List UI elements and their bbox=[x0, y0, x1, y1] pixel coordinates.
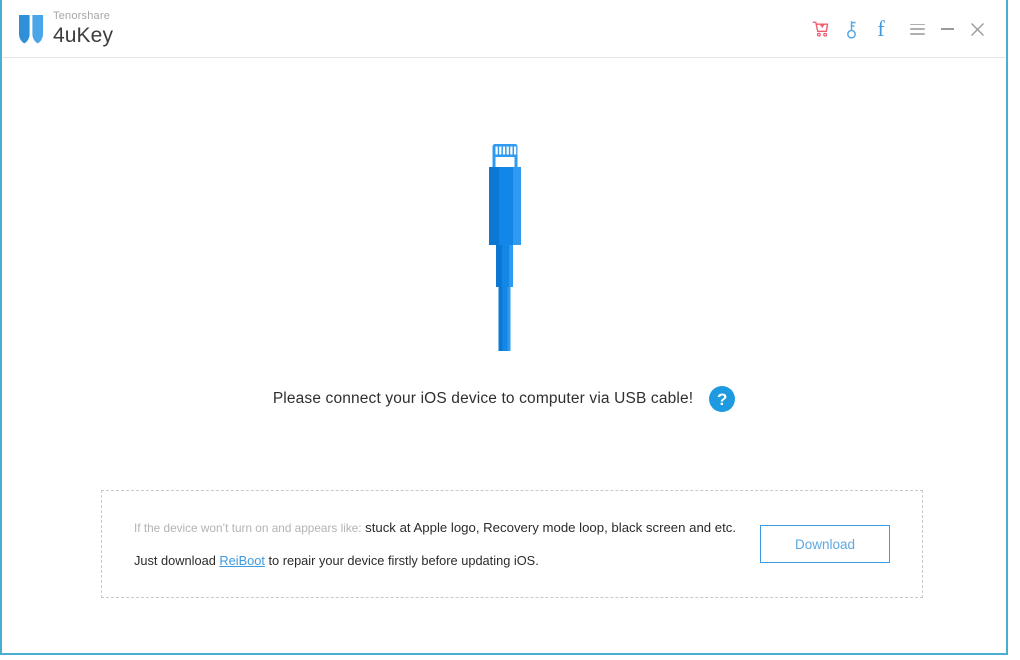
reiboot-link[interactable]: ReiBoot bbox=[219, 553, 265, 568]
title-bar: Tenorshare 4uKey f bbox=[2, 0, 1006, 58]
main-content: Please connect your iOS device to comput… bbox=[2, 58, 1006, 653]
connect-message: Please connect your iOS device to comput… bbox=[272, 390, 694, 407]
lightning-cable-icon bbox=[489, 144, 521, 351]
minimize-icon[interactable] bbox=[932, 12, 962, 46]
close-icon[interactable] bbox=[962, 12, 992, 46]
connect-message-row: Please connect your iOS device to comput… bbox=[2, 386, 1006, 412]
menu-icon-glyph bbox=[909, 23, 925, 35]
app-window: Tenorshare 4uKey f Please connect your i… bbox=[0, 0, 1008, 655]
cart-icon[interactable] bbox=[806, 12, 836, 46]
menu-icon[interactable] bbox=[902, 12, 932, 46]
tenorshare-logo-icon bbox=[19, 15, 43, 44]
help-icon[interactable]: ? bbox=[709, 386, 736, 412]
facebook-icon-glyph: f bbox=[877, 16, 885, 41]
titlebar-actions: f bbox=[806, 0, 992, 58]
notice-line-1-prefix: If the device won’t turn on and appears … bbox=[134, 521, 362, 536]
notice-line-1-emphasis: stuck at Apple logo, Recovery mode loop,… bbox=[365, 520, 737, 536]
brand-text: Tenorshare 4uKey bbox=[53, 10, 114, 47]
cart-icon-glyph bbox=[812, 21, 829, 37]
download-button[interactable]: Download bbox=[760, 525, 890, 563]
close-icon-glyph bbox=[970, 22, 984, 36]
key-icon-glyph bbox=[846, 20, 856, 39]
facebook-icon[interactable]: f bbox=[866, 12, 896, 46]
notice-text-block: If the device won’t turn on and appears … bbox=[102, 518, 760, 569]
key-icon[interactable] bbox=[836, 12, 866, 46]
brand-product-label: 4uKey bbox=[53, 24, 114, 47]
brand-vendor-label: Tenorshare bbox=[53, 10, 111, 22]
brand-logo-group: Tenorshare 4uKey bbox=[18, 10, 113, 46]
notice-line-2-suffix: to repair your device firstly before upd… bbox=[264, 552, 539, 568]
minimize-icon-glyph bbox=[940, 28, 954, 30]
cable-illustration bbox=[2, 141, 1006, 353]
reiboot-notice-panel: If the device won’t turn on and appears … bbox=[101, 490, 923, 598]
notice-line-2-prefix: Just download bbox=[134, 552, 220, 568]
notice-line-1: If the device won’t turn on and appears … bbox=[134, 518, 740, 538]
notice-line-2: Just download ReiBoot to repair your dev… bbox=[134, 552, 740, 570]
